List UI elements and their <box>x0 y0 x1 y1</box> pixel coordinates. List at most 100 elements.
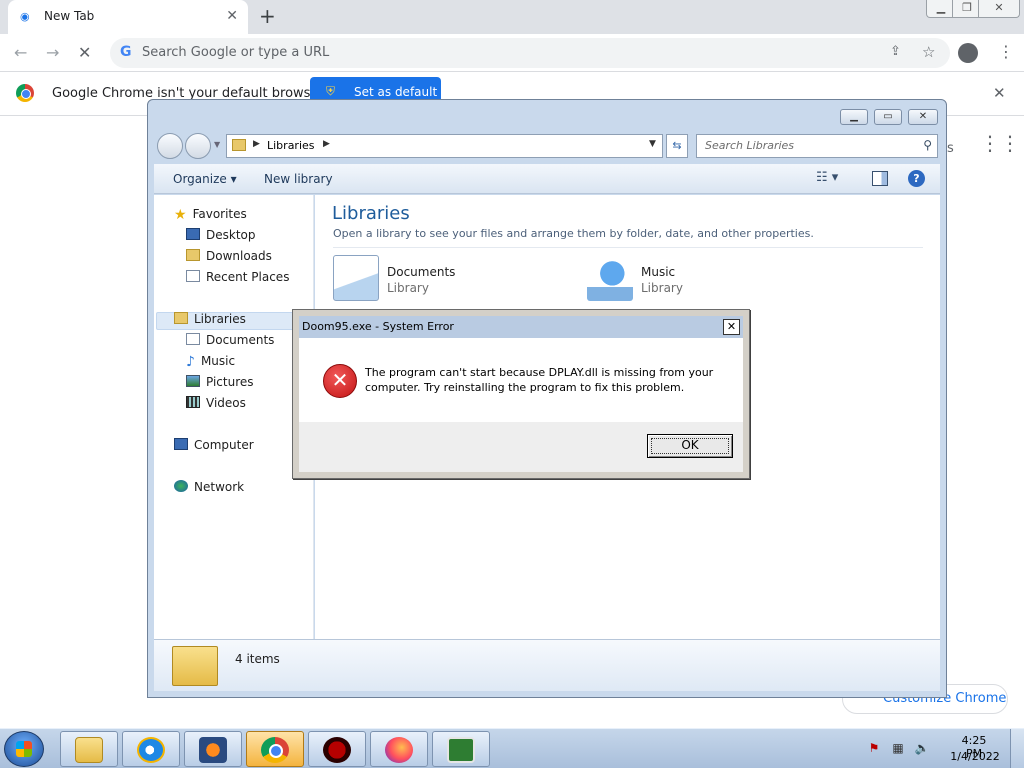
stop-loading-icon[interactable]: ✕ <box>78 43 91 62</box>
address-dropdown-icon[interactable]: ▼ <box>649 139 656 149</box>
taskbar-command-prompt-button[interactable] <box>432 731 490 767</box>
nav-item-favorites[interactable]: ★ Favorites <box>174 207 247 223</box>
windows-media-player-icon <box>199 737 227 763</box>
search-icon[interactable]: ⚲ <box>923 138 932 152</box>
navigation-pane: ★ Favorites Desktop Downloads Recent Plac… <box>154 195 314 639</box>
item-count: 4 items <box>235 652 280 666</box>
library-item-documents[interactable]: Documents Library <box>333 255 533 305</box>
ntp-partial-text: s <box>947 141 954 156</box>
refresh-icon[interactable]: ⇆ <box>666 134 688 158</box>
downloads-folder-icon <box>186 249 200 261</box>
tab-title: New Tab <box>44 9 95 23</box>
tab-new-tab[interactable]: ◉ New Tab ✕ <box>8 0 248 34</box>
star-icon: ★ <box>174 207 187 223</box>
library-title: Libraries <box>332 203 410 224</box>
nav-item-documents[interactable]: Documents <box>186 333 274 347</box>
breadcrumb-arrow-icon[interactable]: ▶ <box>253 139 260 149</box>
library-description: Open a library to see your files and arr… <box>333 227 814 240</box>
chrome-logo-icon <box>16 84 34 102</box>
omnibox[interactable]: G Search Google or type a URL ⇪ ☆ <box>110 38 950 68</box>
explorer-close-button[interactable]: ✕ <box>908 109 938 125</box>
explorer-address-bar[interactable]: ▶ Libraries ▶ ▼ <box>226 134 663 158</box>
error-dialog-close-button[interactable]: ✕ <box>723 319 740 335</box>
new-tab-button[interactable]: + <box>259 4 276 28</box>
windows-explorer-icon <box>75 737 103 763</box>
volume-icon[interactable]: 🔈 <box>914 741 930 757</box>
chrome-close-button[interactable]: ✕ <box>978 0 1020 18</box>
omnibox-placeholder: Search Google or type a URL <box>142 45 330 60</box>
nav-item-videos[interactable]: Videos <box>186 396 246 410</box>
forward-arrow-icon[interactable]: → <box>46 43 59 62</box>
nav-item-music[interactable]: ♪ Music <box>186 354 235 370</box>
computer-icon <box>174 438 188 450</box>
taskbar-media-player-button[interactable] <box>184 731 242 767</box>
breadcrumb-libraries[interactable]: Libraries <box>267 139 315 152</box>
preview-pane-icon[interactable] <box>872 171 888 186</box>
system-error-dialog: Doom95.exe - System Error ✕ ✕ The progra… <box>292 309 750 479</box>
share-icon[interactable]: ⇪ <box>890 44 901 59</box>
library-item-name: Documents <box>387 265 456 279</box>
organize-button[interactable]: Organize ▾ <box>173 172 237 186</box>
pictures-icon <box>186 375 200 387</box>
system-tray: ⚑ ▦ 🔈 4:25 PM 1/4/2022 <box>860 729 1024 768</box>
ok-button[interactable]: OK <box>647 434 733 458</box>
new-library-button[interactable]: New library <box>264 172 333 186</box>
error-message-line2: computer. Try reinstalling the program t… <box>365 381 685 394</box>
nav-item-computer[interactable]: Computer <box>174 438 254 452</box>
taskbar-firefox-button[interactable] <box>370 731 428 767</box>
error-dialog-body: ✕ The program can't start because DPLAY.… <box>299 338 743 422</box>
nav-item-recent-places[interactable]: Recent Places <box>186 270 289 284</box>
bookmark-star-icon[interactable]: ☆ <box>922 43 935 61</box>
nav-item-network[interactable]: Network <box>174 480 244 494</box>
back-arrow-icon[interactable]: ← <box>14 43 27 62</box>
help-icon[interactable]: ? <box>908 170 925 187</box>
explorer-address-row: ▼ ▶ Libraries ▶ ▼ ⇆ Search Libraries ⚲ <box>148 130 946 162</box>
infobar-close-icon[interactable]: ✕ <box>993 84 1006 102</box>
google-apps-icon[interactable]: ⋮⋮⋮ <box>980 133 1024 153</box>
change-view-icon[interactable]: ☷ ▾ <box>816 170 838 185</box>
library-item-type: Library <box>641 281 683 295</box>
set-as-default-label: Set as default <box>354 85 438 99</box>
documents-icon <box>186 333 200 345</box>
explorer-back-button[interactable] <box>157 133 183 159</box>
chrome-tabstrip: ◉ New Tab ✕ + ▁ ❐ ✕ <box>0 0 1024 34</box>
command-prompt-icon <box>447 737 475 763</box>
taskbar-chrome-button[interactable] <box>246 731 304 767</box>
tab-close-icon[interactable]: ✕ <box>226 8 238 24</box>
explorer-forward-button[interactable] <box>185 133 211 159</box>
clock-date[interactable]: 1/4/2022 <box>948 750 1002 763</box>
nav-item-desktop[interactable]: Desktop <box>186 228 256 242</box>
action-center-flag-icon[interactable]: ⚑ <box>866 741 882 757</box>
divider <box>333 247 923 248</box>
start-button[interactable] <box>4 731 44 767</box>
libraries-folder-icon <box>232 139 246 151</box>
explorer-maximize-button[interactable]: ▭ <box>874 109 902 125</box>
nav-item-libraries[interactable]: Libraries <box>174 312 246 326</box>
error-dialog-titlebar[interactable]: Doom95.exe - System Error ✕ <box>299 316 743 338</box>
chrome-menu-icon[interactable]: ⋮ <box>998 42 1014 61</box>
profile-avatar-icon[interactable] <box>958 43 978 63</box>
breadcrumb-arrow-icon[interactable]: ▶ <box>323 139 330 149</box>
taskbar-doom95-button[interactable] <box>308 731 366 767</box>
network-icon[interactable]: ▦ <box>890 741 906 757</box>
libraries-icon <box>174 312 188 324</box>
explorer-titlebar[interactable]: ▁ ▭ ✕ <box>148 100 946 130</box>
taskbar-explorer-button[interactable] <box>60 731 118 767</box>
error-dialog-footer: OK <box>299 422 743 472</box>
library-item-music[interactable]: Music Library <box>587 255 787 305</box>
explorer-command-bar: Organize ▾ New library ☷ ▾ ? <box>154 164 940 194</box>
google-chrome-icon <box>261 737 289 763</box>
recent-pages-dropdown-icon[interactable]: ▼ <box>214 140 220 149</box>
explorer-minimize-button[interactable]: ▁ <box>840 109 868 125</box>
nav-item-pictures[interactable]: Pictures <box>186 375 254 389</box>
music-icon: ♪ <box>186 354 195 370</box>
videos-icon <box>186 396 200 408</box>
nav-item-downloads[interactable]: Downloads <box>186 249 272 263</box>
taskbar: ⚑ ▦ 🔈 4:25 PM 1/4/2022 <box>0 728 1024 768</box>
error-dialog-title: Doom95.exe - System Error <box>302 320 454 333</box>
firefox-icon <box>385 737 413 763</box>
show-desktop-button[interactable] <box>1010 729 1024 768</box>
taskbar-ie-button[interactable] <box>122 731 180 767</box>
explorer-search-input[interactable]: Search Libraries ⚲ <box>696 134 938 158</box>
uac-shield-icon: ⛨ <box>326 84 336 98</box>
